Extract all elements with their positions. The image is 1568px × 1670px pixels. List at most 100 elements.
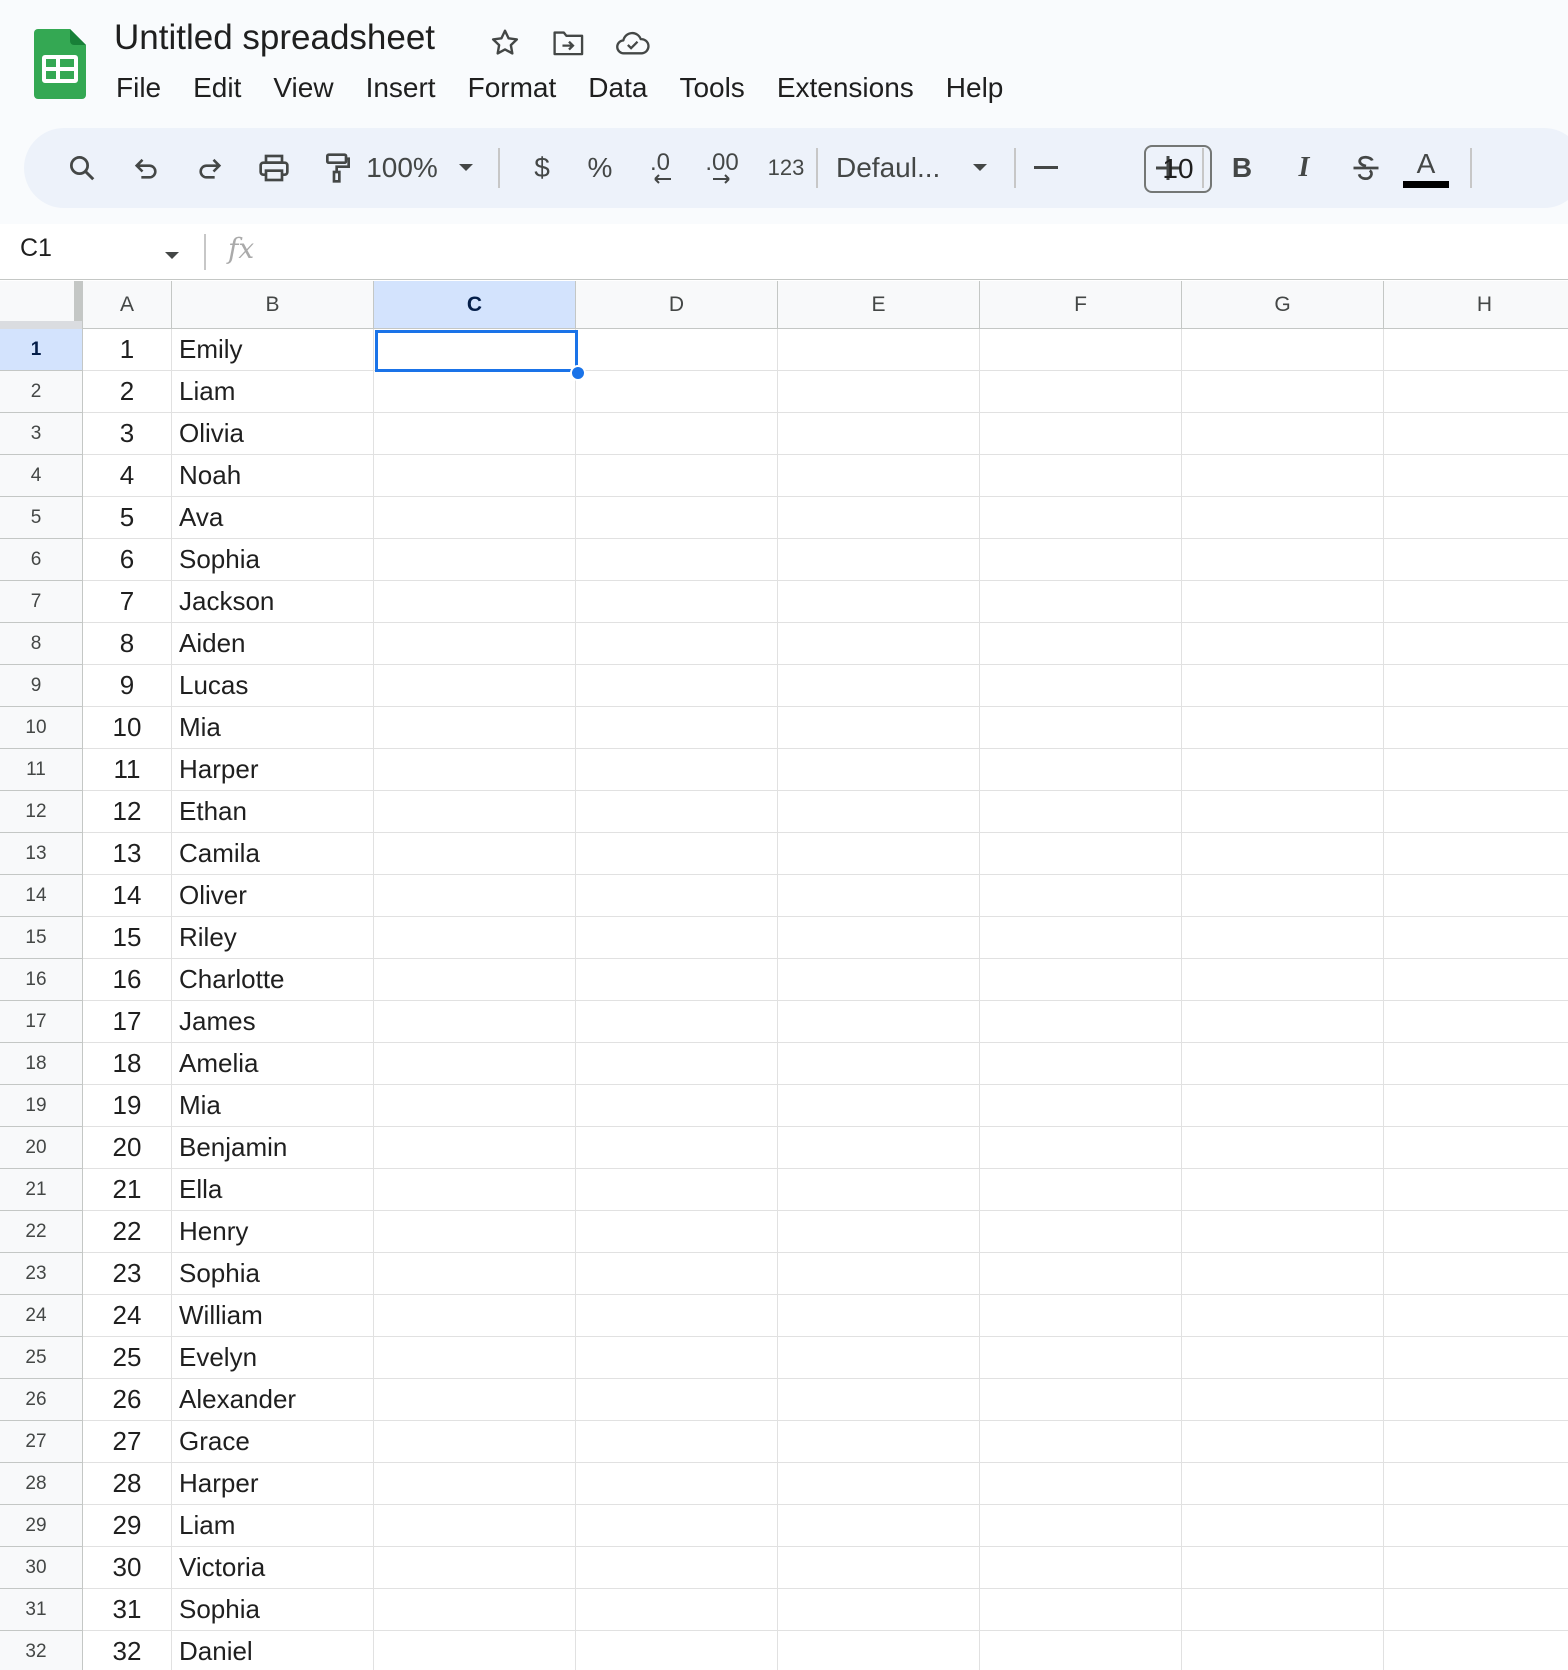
- cell-g17[interactable]: [1182, 1001, 1384, 1043]
- cloud-saved-icon[interactable]: [614, 24, 652, 62]
- cell-e26[interactable]: [778, 1379, 980, 1421]
- cell-c26[interactable]: [374, 1379, 576, 1421]
- cell-e1[interactable]: [778, 329, 980, 371]
- cell-f27[interactable]: [980, 1421, 1182, 1463]
- cell-a5[interactable]: 5: [83, 497, 172, 539]
- cell-a4[interactable]: 4: [83, 455, 172, 497]
- cell-b19[interactable]: Mia: [172, 1085, 374, 1127]
- cell-a13[interactable]: 13: [83, 833, 172, 875]
- cell-h5[interactable]: [1384, 497, 1568, 539]
- cell-f23[interactable]: [980, 1253, 1182, 1295]
- cell-b18[interactable]: Amelia: [172, 1043, 374, 1085]
- cell-g23[interactable]: [1182, 1253, 1384, 1295]
- cell-c27[interactable]: [374, 1421, 576, 1463]
- cell-f4[interactable]: [980, 455, 1182, 497]
- cell-f12[interactable]: [980, 791, 1182, 833]
- menu-tools[interactable]: Tools: [663, 68, 760, 112]
- row-header[interactable]: 16: [0, 959, 83, 1001]
- cell-g3[interactable]: [1182, 413, 1384, 455]
- cell-d28[interactable]: [576, 1463, 778, 1505]
- menu-insert[interactable]: Insert: [350, 68, 452, 112]
- cell-d6[interactable]: [576, 539, 778, 581]
- cell-a31[interactable]: 31: [83, 1589, 172, 1631]
- row-header[interactable]: 23: [0, 1253, 83, 1295]
- cell-a22[interactable]: 22: [83, 1211, 172, 1253]
- cell-d25[interactable]: [576, 1337, 778, 1379]
- cell-d30[interactable]: [576, 1547, 778, 1589]
- cell-h28[interactable]: [1384, 1463, 1568, 1505]
- row-header[interactable]: 6: [0, 539, 83, 581]
- cell-e4[interactable]: [778, 455, 980, 497]
- row-header[interactable]: 25: [0, 1337, 83, 1379]
- cell-f26[interactable]: [980, 1379, 1182, 1421]
- document-title[interactable]: Untitled spreadsheet: [114, 18, 435, 58]
- cell-c5[interactable]: [374, 497, 576, 539]
- redo-icon[interactable]: [184, 140, 236, 196]
- cell-e31[interactable]: [778, 1589, 980, 1631]
- cell-h13[interactable]: [1384, 833, 1568, 875]
- cell-c30[interactable]: [374, 1547, 576, 1589]
- cell-g24[interactable]: [1182, 1295, 1384, 1337]
- cell-d29[interactable]: [576, 1505, 778, 1547]
- cell-h8[interactable]: [1384, 623, 1568, 665]
- cell-f17[interactable]: [980, 1001, 1182, 1043]
- cell-e24[interactable]: [778, 1295, 980, 1337]
- currency-format-button[interactable]: $: [520, 140, 564, 196]
- cell-e28[interactable]: [778, 1463, 980, 1505]
- cell-c11[interactable]: [374, 749, 576, 791]
- cell-h22[interactable]: [1384, 1211, 1568, 1253]
- row-header[interactable]: 21: [0, 1169, 83, 1211]
- cell-f7[interactable]: [980, 581, 1182, 623]
- cell-c25[interactable]: [374, 1337, 576, 1379]
- row-header[interactable]: 22: [0, 1211, 83, 1253]
- cell-f22[interactable]: [980, 1211, 1182, 1253]
- cell-c12[interactable]: [374, 791, 576, 833]
- cell-f3[interactable]: [980, 413, 1182, 455]
- undo-icon[interactable]: [120, 140, 172, 196]
- cell-g5[interactable]: [1182, 497, 1384, 539]
- cell-e32[interactable]: [778, 1631, 980, 1670]
- cell-b29[interactable]: Liam: [172, 1505, 374, 1547]
- strikethrough-icon[interactable]: [1342, 140, 1390, 196]
- cell-c18[interactable]: [374, 1043, 576, 1085]
- cell-d18[interactable]: [576, 1043, 778, 1085]
- row-header[interactable]: 4: [0, 455, 83, 497]
- font-dropdown-icon[interactable]: [962, 140, 998, 196]
- cell-f16[interactable]: [980, 959, 1182, 1001]
- cell-c1[interactable]: [374, 329, 576, 371]
- cell-e9[interactable]: [778, 665, 980, 707]
- cell-d11[interactable]: [576, 749, 778, 791]
- column-header-c[interactable]: C: [374, 281, 576, 329]
- cell-a10[interactable]: 10: [83, 707, 172, 749]
- cell-f18[interactable]: [980, 1043, 1182, 1085]
- row-header[interactable]: 3: [0, 413, 83, 455]
- cell-a26[interactable]: 26: [83, 1379, 172, 1421]
- cell-d9[interactable]: [576, 665, 778, 707]
- cell-h9[interactable]: [1384, 665, 1568, 707]
- cell-c29[interactable]: [374, 1505, 576, 1547]
- name-box-dropdown-icon[interactable]: [164, 248, 180, 266]
- cell-a29[interactable]: 29: [83, 1505, 172, 1547]
- cell-g26[interactable]: [1182, 1379, 1384, 1421]
- cell-b16[interactable]: Charlotte: [172, 959, 374, 1001]
- cell-a19[interactable]: 19: [83, 1085, 172, 1127]
- cell-b25[interactable]: Evelyn: [172, 1337, 374, 1379]
- row-header[interactable]: 7: [0, 581, 83, 623]
- cell-b15[interactable]: Riley: [172, 917, 374, 959]
- cell-b21[interactable]: Ella: [172, 1169, 374, 1211]
- row-header[interactable]: 15: [0, 917, 83, 959]
- cell-h30[interactable]: [1384, 1547, 1568, 1589]
- cell-d32[interactable]: [576, 1631, 778, 1670]
- cell-h16[interactable]: [1384, 959, 1568, 1001]
- cell-g22[interactable]: [1182, 1211, 1384, 1253]
- cell-a25[interactable]: 25: [83, 1337, 172, 1379]
- cell-f14[interactable]: [980, 875, 1182, 917]
- cell-g6[interactable]: [1182, 539, 1384, 581]
- menu-data[interactable]: Data: [572, 68, 663, 112]
- row-header[interactable]: 8: [0, 623, 83, 665]
- zoom-dropdown-icon[interactable]: [448, 140, 484, 196]
- freeze-row-handle[interactable]: [0, 321, 82, 329]
- cell-b4[interactable]: Noah: [172, 455, 374, 497]
- menu-file[interactable]: File: [100, 68, 177, 112]
- cell-g7[interactable]: [1182, 581, 1384, 623]
